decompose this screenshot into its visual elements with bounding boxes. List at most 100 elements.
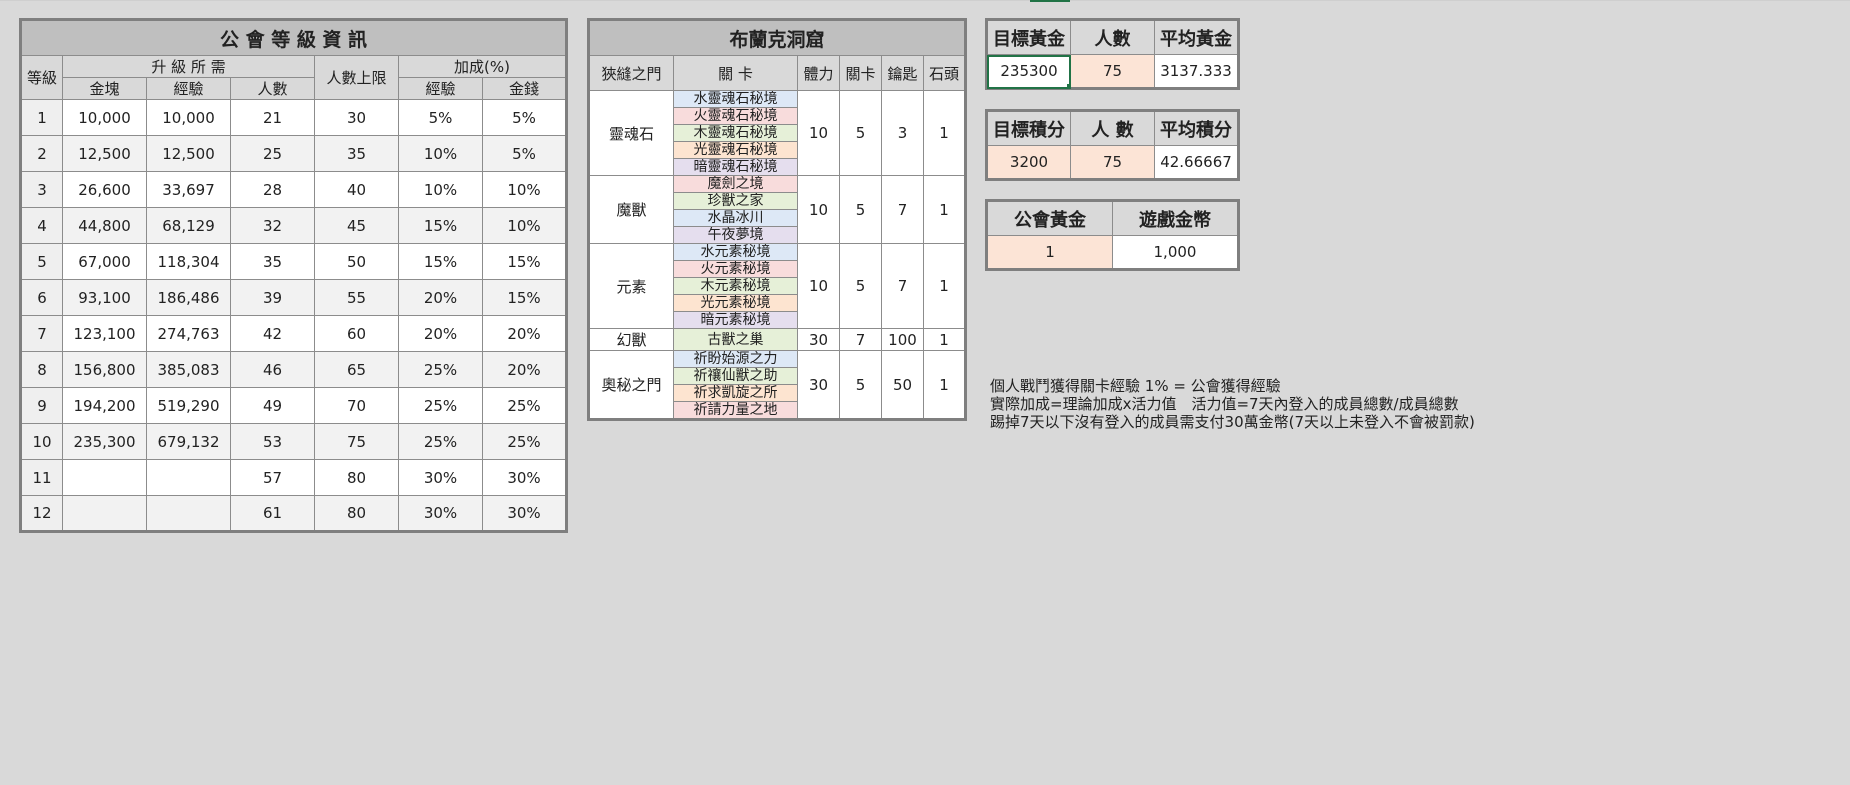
- game-coins-cell[interactable]: 1,000: [1112, 235, 1239, 270]
- data-cell[interactable]: 61: [230, 495, 315, 532]
- data-cell[interactable]: 10%: [398, 171, 483, 208]
- data-cell[interactable]: 30: [314, 99, 399, 136]
- level-cell[interactable]: 11: [20, 459, 63, 496]
- data-cell[interactable]: 15%: [398, 207, 483, 244]
- stage-name-cell[interactable]: 暗元素秘境: [673, 311, 798, 329]
- data-cell[interactable]: 57: [230, 459, 315, 496]
- data-cell[interactable]: 25: [230, 135, 315, 172]
- level-cell[interactable]: 6: [20, 279, 63, 316]
- data-cell[interactable]: 20%: [481, 315, 568, 352]
- level-cell[interactable]: 2: [20, 135, 63, 172]
- data-cell[interactable]: 15%: [481, 279, 568, 316]
- stage-name-cell[interactable]: 火元素秘境: [673, 260, 798, 278]
- gate-name-cell[interactable]: 魔獸: [588, 175, 674, 244]
- data-cell[interactable]: 235,300: [62, 423, 147, 460]
- target-points-cell[interactable]: 3200: [986, 145, 1071, 180]
- stages-cell[interactable]: 5: [839, 90, 882, 176]
- average-gold-cell[interactable]: 3137.333: [1154, 54, 1239, 89]
- data-cell[interactable]: [146, 459, 231, 496]
- data-cell[interactable]: 5%: [481, 99, 568, 136]
- data-cell[interactable]: 30%: [481, 495, 568, 532]
- data-cell[interactable]: 39: [230, 279, 315, 316]
- level-cell[interactable]: 8: [20, 351, 63, 388]
- data-cell[interactable]: 25%: [398, 387, 483, 424]
- gate-name-cell[interactable]: 元素: [588, 243, 674, 329]
- data-cell[interactable]: 194,200: [62, 387, 147, 424]
- data-cell[interactable]: 118,304: [146, 243, 231, 280]
- gate-name-cell[interactable]: 奧秘之門: [588, 350, 674, 420]
- data-cell[interactable]: 25%: [481, 423, 568, 460]
- data-cell[interactable]: 20%: [398, 279, 483, 316]
- data-cell[interactable]: 10%: [481, 207, 568, 244]
- data-cell[interactable]: 75: [314, 423, 399, 460]
- stage-name-cell[interactable]: 水晶冰川: [673, 209, 798, 227]
- data-cell[interactable]: 33,697: [146, 171, 231, 208]
- level-cell[interactable]: 4: [20, 207, 63, 244]
- level-cell[interactable]: 7: [20, 315, 63, 352]
- data-cell[interactable]: 30%: [481, 459, 568, 496]
- data-cell[interactable]: 68,129: [146, 207, 231, 244]
- data-cell[interactable]: 25%: [398, 351, 483, 388]
- data-cell[interactable]: 26,600: [62, 171, 147, 208]
- points-members-cell[interactable]: 75: [1070, 145, 1155, 180]
- stage-name-cell[interactable]: 午夜夢境: [673, 226, 798, 244]
- data-cell[interactable]: 12,500: [146, 135, 231, 172]
- gate-name-cell[interactable]: 幻獸: [588, 328, 674, 351]
- stages-cell[interactable]: 5: [839, 243, 882, 329]
- data-cell[interactable]: 28: [230, 171, 315, 208]
- level-cell[interactable]: 5: [20, 243, 63, 280]
- data-cell[interactable]: 10,000: [146, 99, 231, 136]
- data-cell[interactable]: 25%: [481, 387, 568, 424]
- stage-name-cell[interactable]: 水靈魂石秘境: [673, 90, 798, 108]
- data-cell[interactable]: 45: [314, 207, 399, 244]
- stages-cell[interactable]: 5: [839, 175, 882, 244]
- data-cell[interactable]: 32: [230, 207, 315, 244]
- data-cell[interactable]: 49: [230, 387, 315, 424]
- data-cell[interactable]: 12,500: [62, 135, 147, 172]
- stage-name-cell[interactable]: 魔劍之境: [673, 175, 798, 193]
- data-cell[interactable]: 55: [314, 279, 399, 316]
- data-cell[interactable]: 35: [314, 135, 399, 172]
- data-cell[interactable]: 60: [314, 315, 399, 352]
- stage-name-cell[interactable]: 古獸之巢: [673, 328, 798, 351]
- data-cell[interactable]: 10%: [398, 135, 483, 172]
- stage-name-cell[interactable]: 珍獸之家: [673, 192, 798, 210]
- stone-cell[interactable]: 1: [922, 328, 967, 351]
- stages-cell[interactable]: 5: [839, 350, 882, 420]
- data-cell[interactable]: 30%: [398, 459, 483, 496]
- data-cell[interactable]: 46: [230, 351, 315, 388]
- average-points-cell[interactable]: 42.66667: [1154, 145, 1239, 180]
- data-cell[interactable]: 65: [314, 351, 399, 388]
- stages-cell[interactable]: 7: [839, 328, 882, 351]
- stamina-cell[interactable]: 30: [797, 350, 840, 420]
- data-cell[interactable]: 10%: [481, 171, 568, 208]
- data-cell[interactable]: [62, 459, 147, 496]
- data-cell[interactable]: 25%: [398, 423, 483, 460]
- data-cell[interactable]: 80: [314, 459, 399, 496]
- data-cell[interactable]: 5%: [398, 99, 483, 136]
- stone-cell[interactable]: 1: [922, 243, 967, 329]
- gold-members-cell[interactable]: 75: [1070, 54, 1155, 89]
- data-cell[interactable]: 5%: [481, 135, 568, 172]
- stamina-cell[interactable]: 10: [797, 90, 840, 176]
- data-cell[interactable]: 15%: [398, 243, 483, 280]
- level-cell[interactable]: 12: [20, 495, 63, 532]
- stage-name-cell[interactable]: 光元素秘境: [673, 294, 798, 312]
- key-cell[interactable]: 7: [881, 243, 924, 329]
- stage-name-cell[interactable]: 祈禳仙獸之助: [673, 367, 798, 385]
- data-cell[interactable]: 274,763: [146, 315, 231, 352]
- data-cell[interactable]: 21: [230, 99, 315, 136]
- key-cell[interactable]: 100: [881, 328, 924, 351]
- stage-name-cell[interactable]: 水元素秘境: [673, 243, 798, 261]
- stage-name-cell[interactable]: 祈求凱旋之所: [673, 384, 798, 402]
- stamina-cell[interactable]: 30: [797, 328, 840, 351]
- stage-name-cell[interactable]: 光靈魂石秘境: [673, 141, 798, 159]
- stone-cell[interactable]: 1: [922, 175, 967, 244]
- data-cell[interactable]: 67,000: [62, 243, 147, 280]
- stone-cell[interactable]: 1: [922, 90, 967, 176]
- level-cell[interactable]: 3: [20, 171, 63, 208]
- data-cell[interactable]: 10,000: [62, 99, 147, 136]
- data-cell[interactable]: 44,800: [62, 207, 147, 244]
- stage-name-cell[interactable]: 火靈魂石秘境: [673, 107, 798, 125]
- level-cell[interactable]: 9: [20, 387, 63, 424]
